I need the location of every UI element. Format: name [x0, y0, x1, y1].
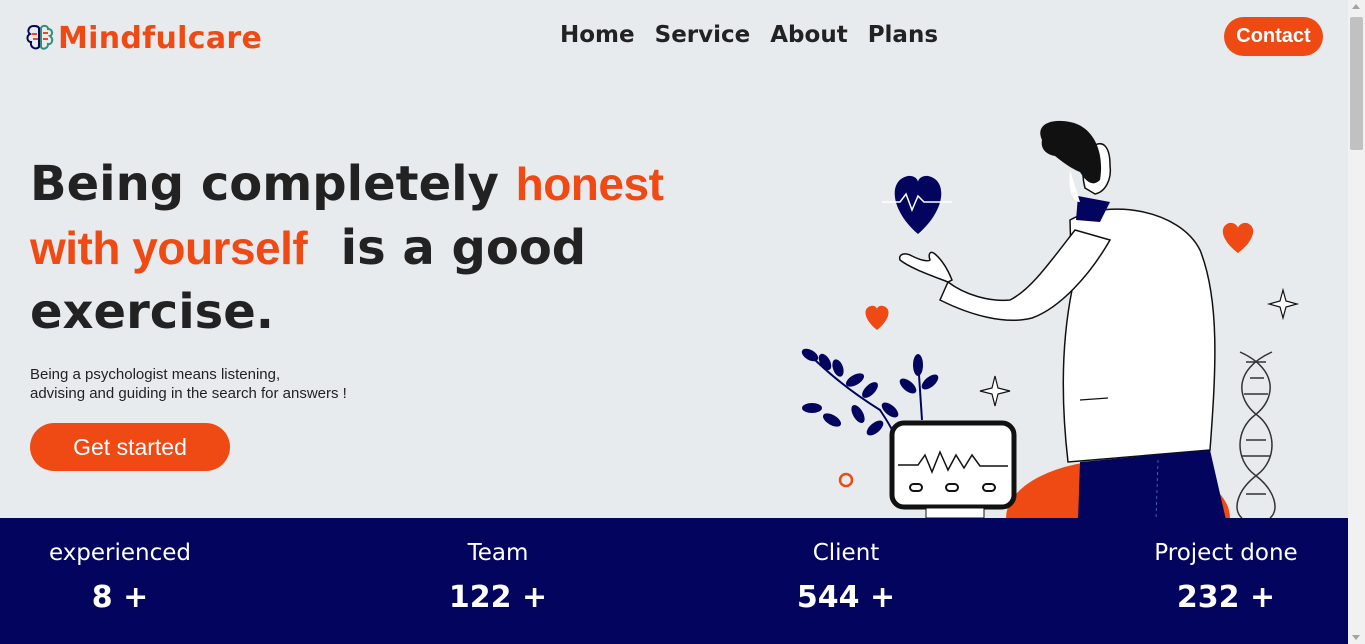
orange-heart-icon — [1222, 222, 1254, 253]
stat-value: 8 + — [91, 580, 149, 615]
stat-label: Project done — [1154, 540, 1298, 566]
stat-label: Team — [467, 540, 529, 566]
scrollbar-thumb[interactable] — [1350, 17, 1363, 150]
dna-icon — [1236, 351, 1276, 519]
hero-title: Being completely honest with yourself is… — [30, 152, 670, 344]
stat-label: Client — [812, 540, 880, 566]
nav-home[interactable]: Home — [560, 22, 635, 48]
contact-button[interactable]: Contact — [1224, 17, 1323, 56]
sparkle-icon — [979, 375, 1011, 407]
stat-label: experienced — [48, 540, 192, 566]
hero-subtitle: Being a psychologist means listening, ad… — [30, 365, 347, 403]
orange-heart-icon — [865, 305, 889, 330]
brain-icon — [26, 24, 54, 50]
stat-experienced: experienced 8 + — [40, 540, 200, 615]
scroll-up-arrow-icon[interactable] — [1352, 4, 1360, 9]
nav-service[interactable]: Service — [655, 22, 751, 48]
get-started-button[interactable]: Get started — [30, 423, 230, 471]
vertical-scrollbar[interactable] — [1348, 0, 1365, 644]
nav-about[interactable]: About — [770, 22, 847, 48]
stat-value: 122 + — [448, 580, 548, 615]
nav-plans[interactable]: Plans — [868, 22, 938, 48]
stat-value: 544 + — [796, 580, 896, 615]
ring-decoration — [838, 472, 854, 488]
heart-monitor — [889, 420, 1017, 519]
landing-page: Mindfulcare Home Service About Plans Con… — [0, 0, 1348, 644]
psychologist-illustration — [801, 120, 1300, 520]
stats-band: experienced 8 + Team 122 + Client 544 + … — [0, 518, 1348, 644]
hero-title-accent2: with yourself — [30, 222, 308, 274]
main-nav: Home Service About Plans — [560, 22, 938, 48]
stat-value: 232 + — [1176, 580, 1276, 615]
logo[interactable]: Mindfulcare — [24, 20, 262, 56]
brand-name: Mindfulcare — [58, 20, 263, 56]
hero-title-accent1: honest — [515, 158, 664, 210]
stat-client: Client 544 + — [766, 540, 926, 615]
sparkle-icon — [1266, 287, 1300, 321]
hero-subtitle-line1: Being a psychologist means listening, — [30, 366, 281, 383]
scroll-down-arrow-icon[interactable] — [1352, 635, 1360, 640]
stat-team: Team 122 + — [418, 540, 578, 615]
hero-title-part1: Being completely — [30, 156, 516, 212]
stat-project-done: Project done 232 + — [1136, 540, 1316, 615]
navy-heart-icon — [882, 175, 952, 234]
hero-subtitle-line2: advising and guiding in the search for a… — [30, 385, 347, 402]
